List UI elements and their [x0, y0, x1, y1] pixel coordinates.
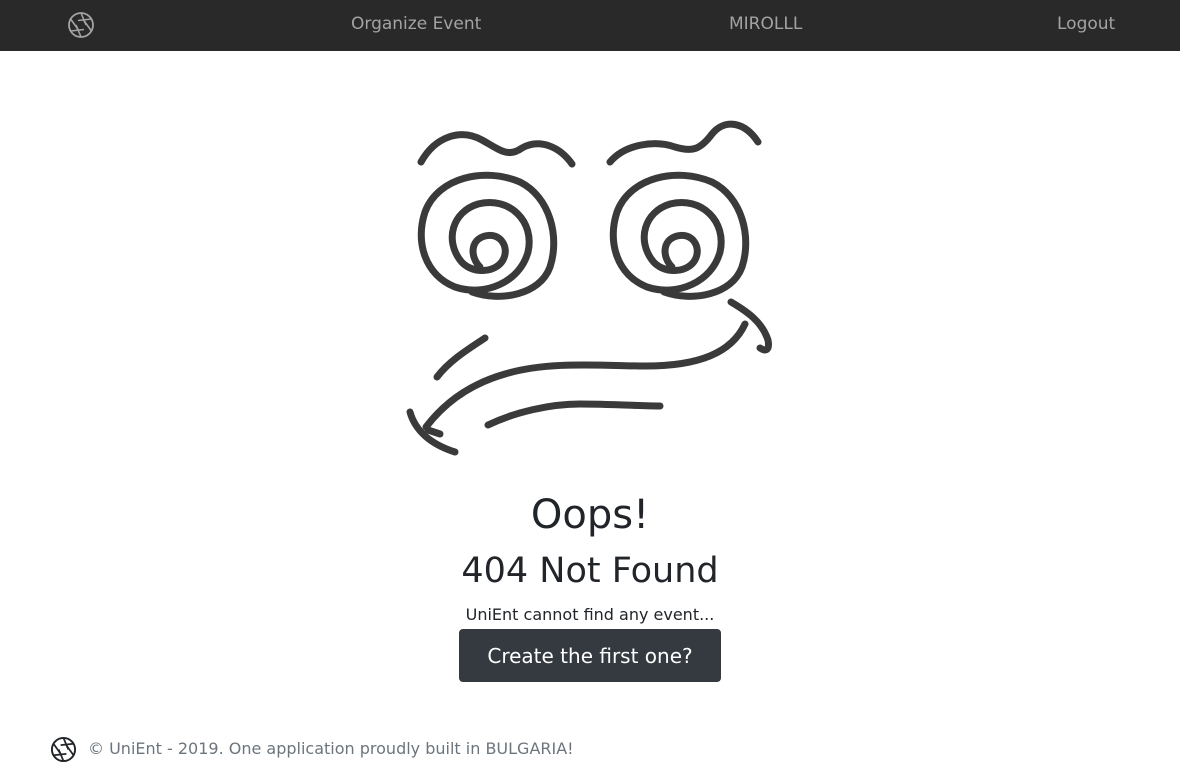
error-message: UniEnt cannot find any event...	[465, 605, 715, 624]
aperture-icon[interactable]	[67, 11, 95, 39]
create-event-button[interactable]: Create the first one?	[459, 629, 721, 682]
error-code-heading: 404 Not Found	[461, 551, 719, 591]
aperture-icon	[50, 736, 77, 763]
footer-copyright: © UniEnt - 2019. One application proudly…	[88, 739, 574, 758]
confused-face-icon	[406, 120, 772, 456]
top-navbar: Organize Event MIROLLL Logout	[0, 0, 1180, 51]
nav-organize-event-link[interactable]: Organize Event	[351, 14, 481, 34]
error-heading: Oops!	[530, 492, 650, 538]
nav-username-link[interactable]: MIROLLL	[729, 14, 802, 34]
nav-logout-link[interactable]: Logout	[1057, 14, 1115, 34]
